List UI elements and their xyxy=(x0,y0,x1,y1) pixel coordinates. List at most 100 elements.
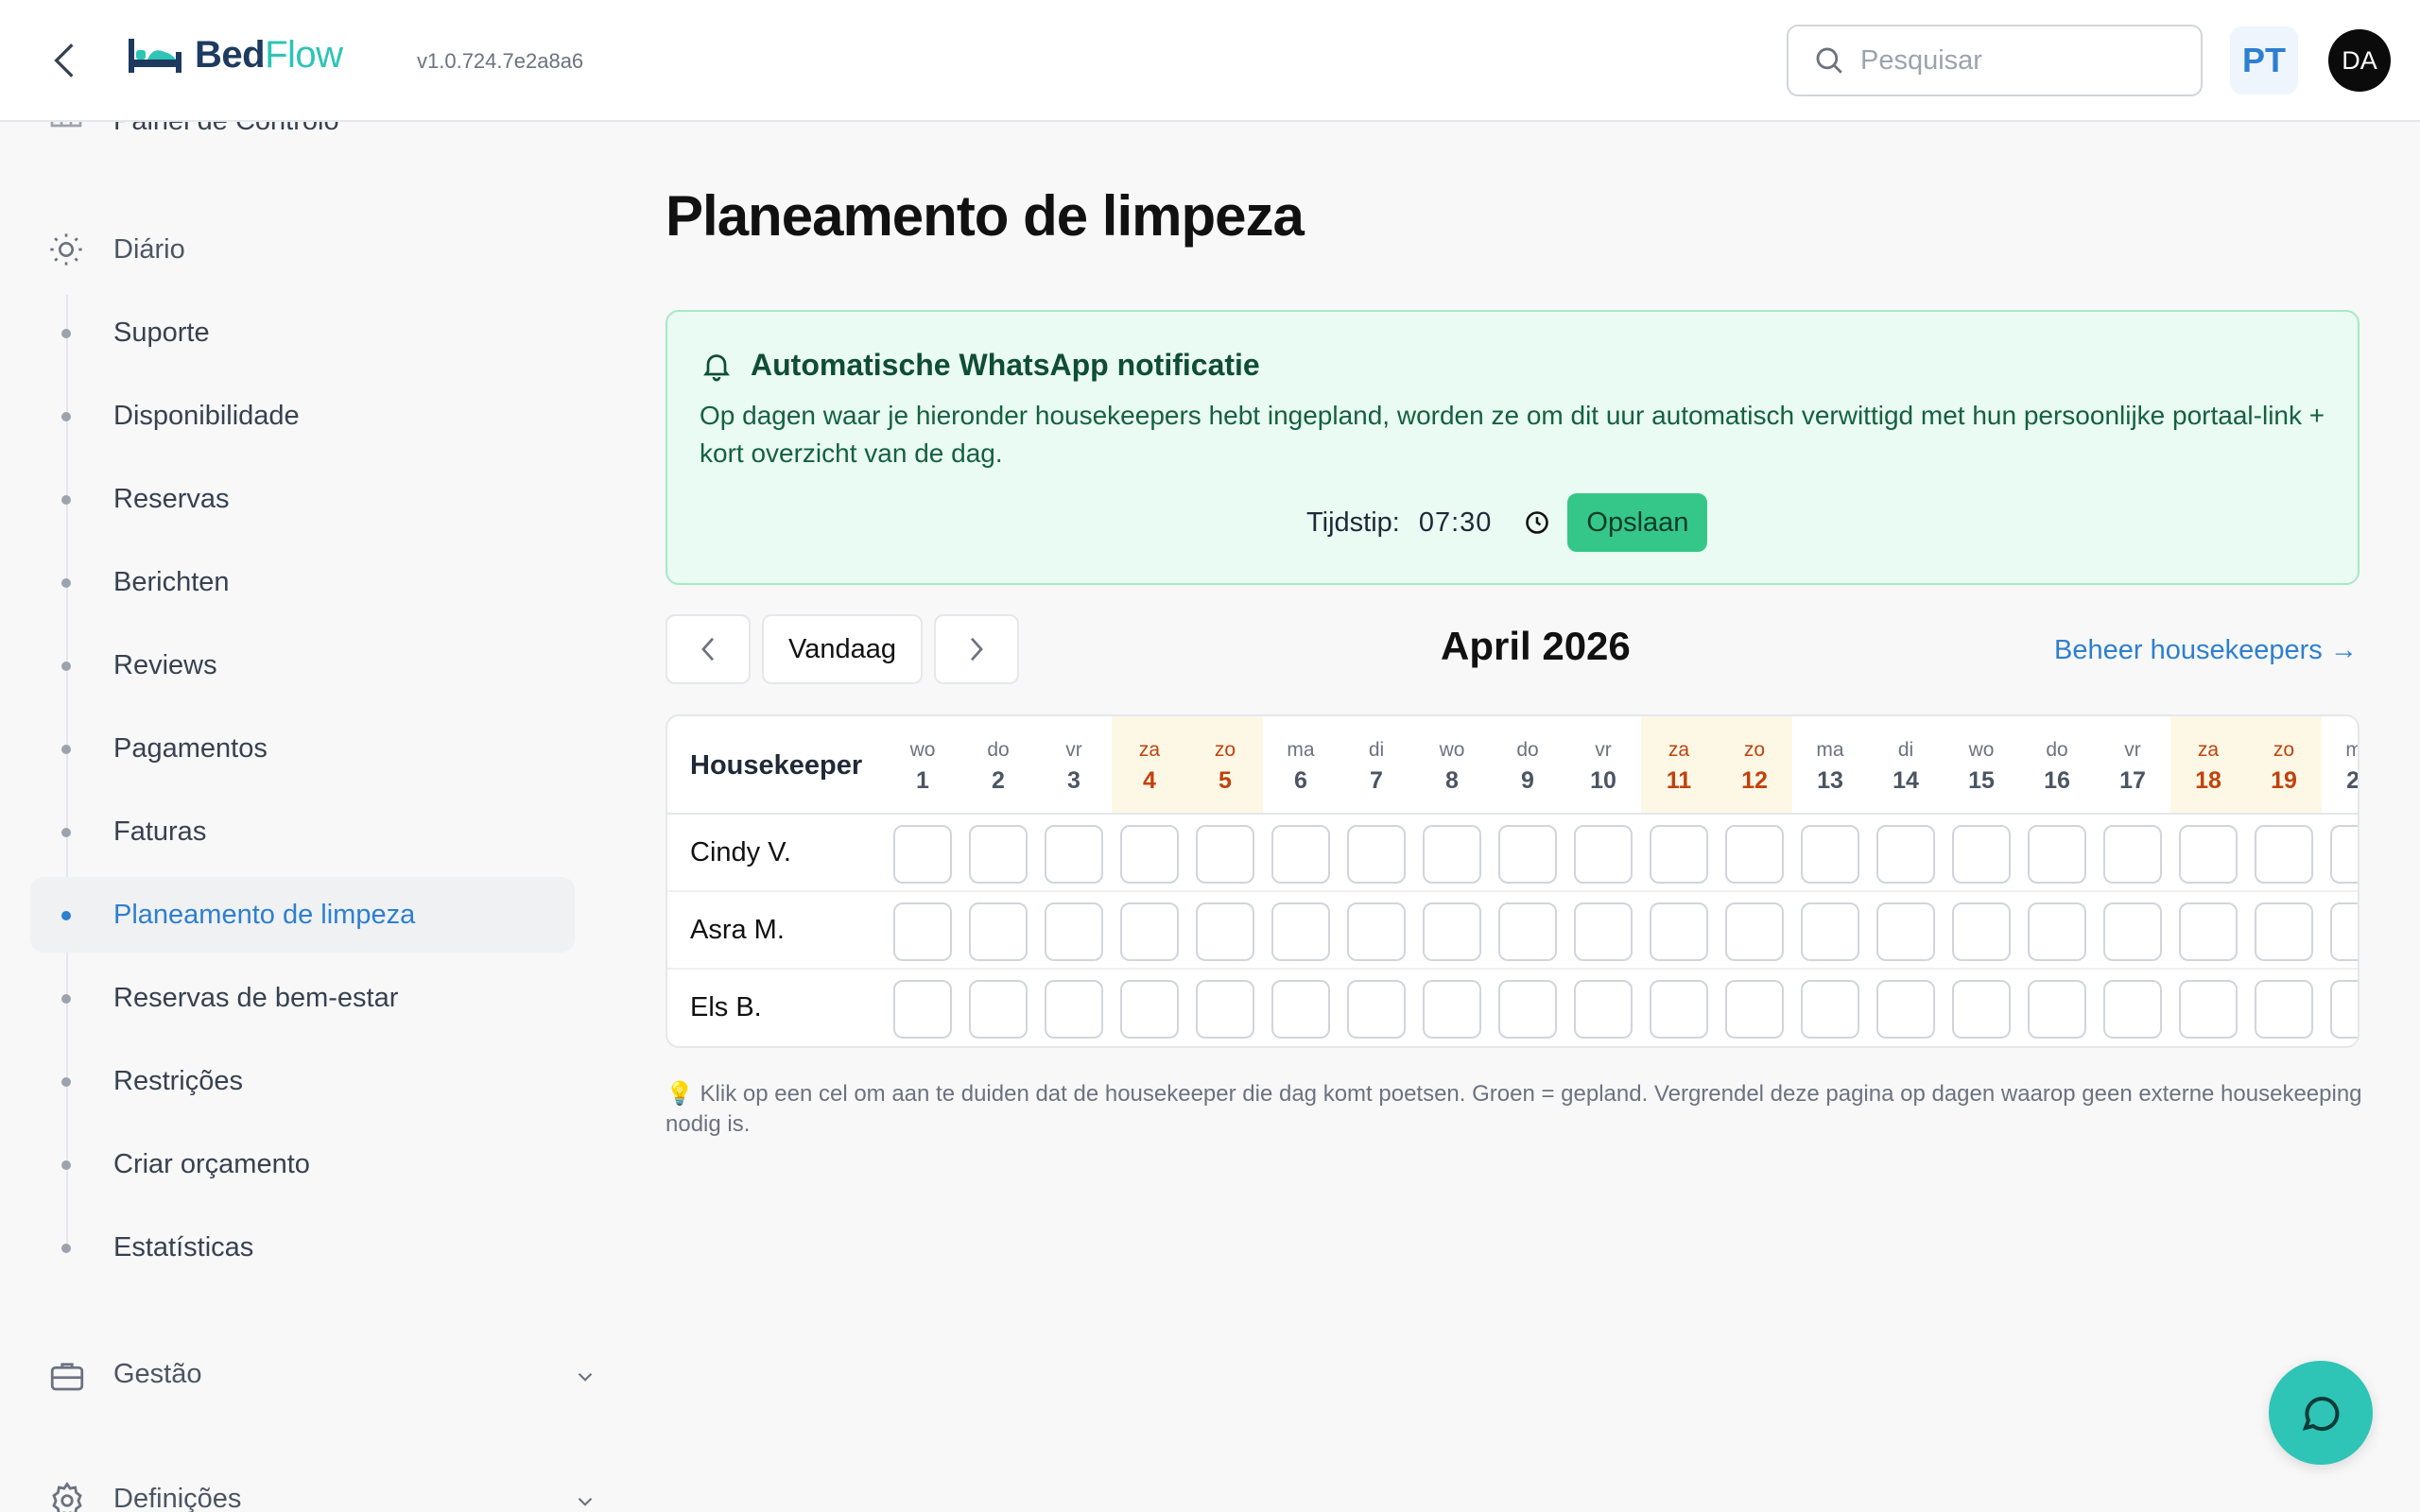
schedule-cell[interactable] xyxy=(2179,902,2238,961)
schedule-cell[interactable] xyxy=(1423,980,1481,1039)
schedule-cell[interactable] xyxy=(1120,825,1179,884)
whatsapp-notification-panel: Automatische WhatsApp notificatie Op dag… xyxy=(666,310,2360,585)
schedule-cell[interactable] xyxy=(2255,825,2313,884)
schedule-cell[interactable] xyxy=(2028,980,2086,1039)
schedule-cell[interactable] xyxy=(969,825,1028,884)
save-button[interactable]: Opslaan xyxy=(1567,493,1708,552)
schedule-cell[interactable] xyxy=(1801,902,1859,961)
schedule-cell[interactable] xyxy=(1876,902,1935,961)
sidebar-item[interactable]: Estatísticas xyxy=(30,1210,575,1285)
app-logo[interactable]: BedFlow xyxy=(127,34,343,77)
schedule-cell[interactable] xyxy=(1271,980,1330,1039)
previous-month-button[interactable] xyxy=(666,614,751,684)
schedule-cell[interactable] xyxy=(1952,902,2011,961)
next-month-button[interactable] xyxy=(934,614,1019,684)
sidebar-item[interactable]: Disponibilidade xyxy=(30,378,575,454)
housekeeper-name: Cindy V. xyxy=(690,837,791,868)
sidebar-item[interactable]: Reviews xyxy=(30,627,575,703)
language-switcher[interactable]: PT xyxy=(2230,26,2298,94)
schedule-cell[interactable] xyxy=(1725,902,1784,961)
sidebar-item[interactable]: Restrições xyxy=(30,1043,575,1119)
schedule-cell[interactable] xyxy=(2103,825,2162,884)
schedule-cell[interactable] xyxy=(1196,902,1254,961)
schedule-cell[interactable] xyxy=(1725,980,1784,1039)
schedule-cell[interactable] xyxy=(1725,825,1784,884)
schedule-cell[interactable] xyxy=(1271,902,1330,961)
schedule-cell[interactable] xyxy=(1650,825,1708,884)
sidebar-item[interactable]: Reservas xyxy=(30,461,575,537)
schedule-cell[interactable] xyxy=(1801,825,1859,884)
day-column-header: wo 1 xyxy=(885,716,960,813)
schedule-cell[interactable] xyxy=(2330,902,2358,961)
schedule-cell[interactable] xyxy=(969,902,1028,961)
user-avatar[interactable]: DA xyxy=(2328,29,2391,92)
schedule-cell[interactable] xyxy=(1423,902,1481,961)
manage-housekeepers-link[interactable]: Beheer housekeepers → xyxy=(2054,635,2358,666)
search-input[interactable] xyxy=(1860,44,2182,77)
schedule-cell[interactable] xyxy=(1045,902,1103,961)
schedule-cell[interactable] xyxy=(2255,980,2313,1039)
schedule-cell[interactable] xyxy=(2330,825,2358,884)
schedule-cell[interactable] xyxy=(1196,980,1254,1039)
time-input[interactable]: 07:30 xyxy=(1419,507,1493,539)
schedule-cell[interactable] xyxy=(2103,980,2162,1039)
schedule-cell[interactable] xyxy=(1498,980,1557,1039)
schedule-cell[interactable] xyxy=(969,980,1028,1039)
schedule-cell[interactable] xyxy=(893,980,952,1039)
schedule-cell[interactable] xyxy=(1952,980,2011,1039)
sidebar-item[interactable]: Criar orçamento xyxy=(30,1126,575,1202)
schedule-cell[interactable] xyxy=(1650,980,1708,1039)
schedule-cell[interactable] xyxy=(1952,825,2011,884)
schedule-cell[interactable] xyxy=(2330,980,2358,1039)
day-number: 19 xyxy=(2271,767,2297,794)
schedule-cell[interactable] xyxy=(1045,980,1103,1039)
schedule-cell[interactable] xyxy=(1876,980,1935,1039)
schedule-cell[interactable] xyxy=(1574,825,1633,884)
sidebar-item[interactable]: Pagamentos xyxy=(30,711,575,786)
schedule-cell[interactable] xyxy=(2179,825,2238,884)
chevron-right-icon xyxy=(970,637,983,662)
chevron-down-icon xyxy=(578,1372,593,1382)
schedule-cell[interactable] xyxy=(1498,825,1557,884)
sidebar-item[interactable]: Faturas xyxy=(30,794,575,869)
sidebar-item-bullet xyxy=(61,495,71,505)
sidebar-item[interactable]: Reservas de bem-estar xyxy=(30,960,575,1036)
schedule-cell[interactable] xyxy=(893,825,952,884)
sidebar-item[interactable]: Planeamento de limpeza xyxy=(30,877,575,953)
day-column-header: vr 17 xyxy=(2095,716,2170,813)
schedule-cell[interactable] xyxy=(1196,825,1254,884)
schedule-cell[interactable] xyxy=(1347,980,1406,1039)
search-box[interactable] xyxy=(1787,25,2203,96)
schedule-cell[interactable] xyxy=(1045,825,1103,884)
schedule-cell[interactable] xyxy=(1498,902,1557,961)
schedule-cell[interactable] xyxy=(1876,825,1935,884)
schedule-cell[interactable] xyxy=(1801,980,1859,1039)
schedule-cell[interactable] xyxy=(2028,825,2086,884)
schedule-cell[interactable] xyxy=(2179,980,2238,1039)
schedule-cell[interactable] xyxy=(1574,980,1633,1039)
chat-button[interactable] xyxy=(2269,1361,2373,1465)
sidebar-item[interactable]: Suporte xyxy=(30,295,575,370)
schedule-cell[interactable] xyxy=(1650,902,1708,961)
schedule-cell[interactable] xyxy=(1120,902,1179,961)
schedule-cell[interactable] xyxy=(1271,825,1330,884)
today-button[interactable]: Vandaag xyxy=(762,614,923,684)
schedule-cell[interactable] xyxy=(1347,825,1406,884)
sidebar-section-settings[interactable]: Definições xyxy=(47,1482,593,1512)
schedule-cell[interactable] xyxy=(2103,902,2162,961)
schedule-cell[interactable] xyxy=(2028,902,2086,961)
back-button[interactable] xyxy=(45,38,83,83)
notice-description: Op dagen waar je hieronder housekeepers … xyxy=(700,401,2325,468)
housekeeper-name: Els B. xyxy=(690,992,762,1022)
schedule-cell[interactable] xyxy=(893,902,952,961)
sidebar-section-management[interactable]: Gestão xyxy=(47,1357,593,1395)
schedule-cell[interactable] xyxy=(1120,980,1179,1039)
schedule-cell[interactable] xyxy=(1574,902,1633,961)
sidebar-item[interactable]: Berichten xyxy=(30,544,575,620)
clock-icon[interactable] xyxy=(1524,509,1550,536)
schedule-cell[interactable] xyxy=(1423,825,1481,884)
sidebar-section-daily[interactable]: Diário xyxy=(47,231,185,268)
schedule-cell[interactable] xyxy=(1347,902,1406,961)
day-column-header: vr 3 xyxy=(1036,716,1112,813)
schedule-cell[interactable] xyxy=(2255,902,2313,961)
